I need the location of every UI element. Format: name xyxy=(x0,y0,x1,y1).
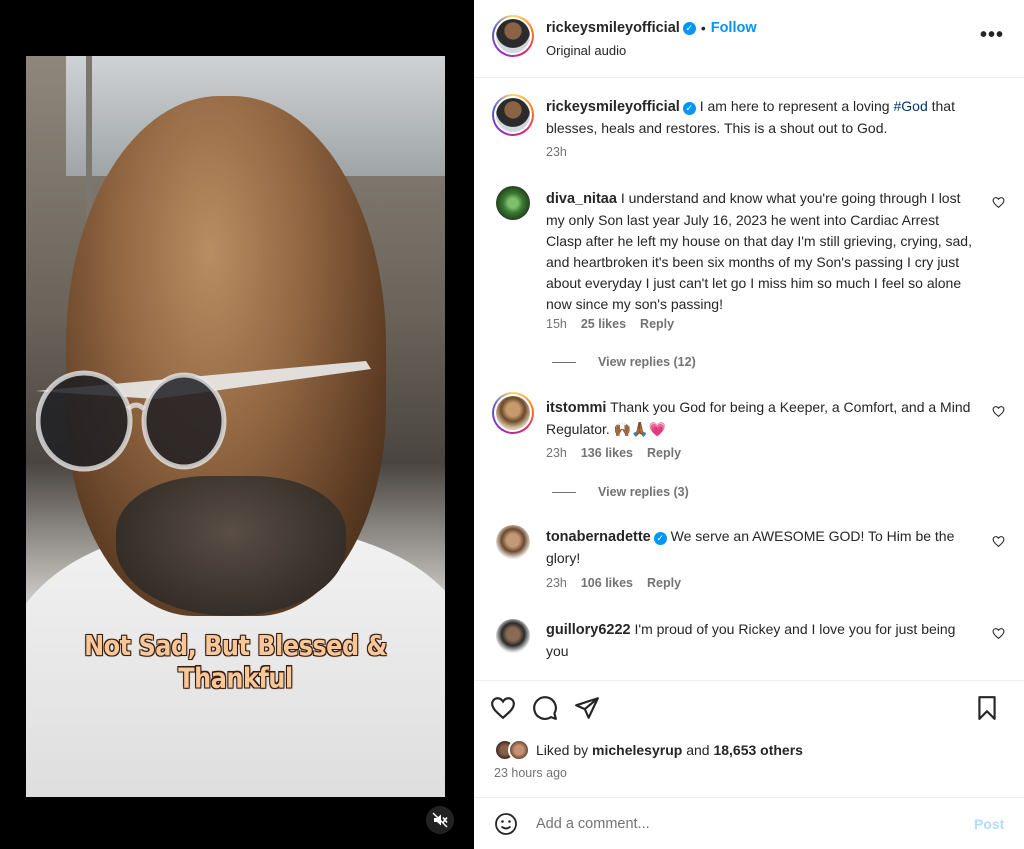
commenter-avatar[interactable] xyxy=(496,619,530,653)
post-timestamp[interactable]: 23 hours ago xyxy=(494,766,567,780)
comment-time[interactable]: 23h xyxy=(546,446,567,460)
comment-time[interactable]: 15h xyxy=(546,317,567,331)
sunglasses-graphic xyxy=(36,361,371,472)
post-caption: rickeysmileyofficial ✓ I am here to repre… xyxy=(546,96,986,139)
comment-meta: 15h 25 likes Reply xyxy=(546,317,674,331)
comment-username[interactable]: guillory6222 xyxy=(546,622,631,638)
comment-time[interactable]: 23h xyxy=(546,576,567,590)
reply-button[interactable]: Reply xyxy=(640,317,674,331)
comment-meta: 23h 136 likes Reply xyxy=(546,446,681,460)
person-beard xyxy=(116,476,346,616)
comments-list[interactable]: rickeysmileyofficial ✓ I am here to repre… xyxy=(474,79,1024,679)
reply-button[interactable]: Reply xyxy=(647,576,681,590)
follow-button[interactable]: Follow xyxy=(711,20,757,36)
commenter-avatar[interactable] xyxy=(496,525,530,559)
caption-time[interactable]: 23h xyxy=(546,145,567,159)
media-pane: Not Sad, But Blessed & Thankful xyxy=(0,0,474,849)
mute-toggle-button[interactable] xyxy=(426,806,454,834)
video-caption-overlay: Not Sad, But Blessed & Thankful xyxy=(84,629,387,695)
comment-bubble-icon[interactable] xyxy=(532,695,558,721)
smiley-icon[interactable] xyxy=(494,812,518,836)
liked-by-and: and xyxy=(686,742,710,758)
muted-speaker-icon xyxy=(432,812,448,828)
post-actions: Liked by michelesyrup and 18,653 others … xyxy=(474,680,1024,790)
comment-likes[interactable]: 25 likes xyxy=(581,317,626,331)
post-comment-button[interactable]: Post xyxy=(974,816,1004,832)
commenter-avatar[interactable] xyxy=(496,186,530,220)
like-comment-heart-icon[interactable] xyxy=(992,196,1005,209)
liker-avatar[interactable] xyxy=(508,739,530,761)
comment-item: guillory6222 I'm proud of you Rickey and… xyxy=(546,619,976,662)
liked-by-others[interactable]: 18,653 others xyxy=(713,742,803,758)
reply-button[interactable]: Reply xyxy=(647,446,681,460)
audio-label[interactable]: Original audio xyxy=(546,43,626,58)
author-avatar[interactable] xyxy=(492,15,534,57)
comment-likes[interactable]: 106 likes xyxy=(581,576,633,590)
comment-username[interactable]: tonabernadette xyxy=(546,529,651,545)
more-options-icon[interactable]: ••• xyxy=(980,24,1004,47)
likes-summary: Liked by michelesyrup and 18,653 others xyxy=(494,739,803,761)
comment-likes[interactable]: 136 likes xyxy=(581,446,633,460)
caption-text-start: I am here to represent a loving xyxy=(699,98,894,114)
heart-icon[interactable] xyxy=(490,695,516,721)
verified-badge-icon: ✓ xyxy=(682,102,696,115)
comment-item: tonabernadette ✓ We serve an AWESOME GOD!… xyxy=(546,526,976,569)
like-comment-heart-icon[interactable] xyxy=(992,535,1005,548)
verified-badge-icon: ✓ xyxy=(682,21,696,35)
view-replies-label: View replies (3) xyxy=(598,485,689,499)
verified-badge-icon: ✓ xyxy=(653,532,667,545)
like-comment-heart-icon[interactable] xyxy=(992,627,1005,640)
liked-by-user[interactable]: michelesyrup xyxy=(592,742,682,758)
comment-composer: Post xyxy=(474,797,1024,849)
post-details-panel: rickeysmileyofficial ✓ • Follow Original… xyxy=(474,0,1024,849)
view-replies-button[interactable]: View replies (12) xyxy=(552,355,696,369)
like-comment-heart-icon[interactable] xyxy=(992,405,1005,418)
comment-item: diva_nitaa I understand and know what yo… xyxy=(546,188,976,315)
comment-item: itstommi Thank you God for being a Keepe… xyxy=(546,397,976,440)
post-header: rickeysmileyofficial ✓ • Follow Original… xyxy=(474,0,1024,78)
comment-username[interactable]: itstommi xyxy=(546,400,606,416)
comment-meta: 23h 106 likes Reply xyxy=(546,576,681,590)
comment-text: I understand and know what you're going … xyxy=(546,190,972,312)
video-player[interactable]: Not Sad, But Blessed & Thankful xyxy=(26,56,445,797)
caption-username[interactable]: rickeysmileyofficial xyxy=(546,99,680,115)
hashtag-link[interactable]: #God xyxy=(893,98,927,114)
header-separator: • xyxy=(700,20,706,36)
caption-avatar[interactable] xyxy=(492,94,534,136)
comment-username[interactable]: diva_nitaa xyxy=(546,191,617,207)
bookmark-icon[interactable] xyxy=(974,695,1000,721)
liked-by-label: Liked by xyxy=(536,742,589,758)
post-modal: Not Sad, But Blessed & Thankful rickeysm… xyxy=(0,0,1024,849)
commenter-avatar[interactable] xyxy=(492,392,534,434)
view-replies-label: View replies (12) xyxy=(598,355,696,369)
header-title-row: rickeysmileyofficial ✓ • Follow xyxy=(546,20,757,36)
view-replies-button[interactable]: View replies (3) xyxy=(552,485,689,499)
comment-text: Thank you God for being a Keeper, a Comf… xyxy=(546,399,971,437)
paper-plane-icon[interactable] xyxy=(574,695,600,721)
author-username[interactable]: rickeysmileyofficial xyxy=(546,20,680,36)
comment-input[interactable] xyxy=(536,812,956,836)
